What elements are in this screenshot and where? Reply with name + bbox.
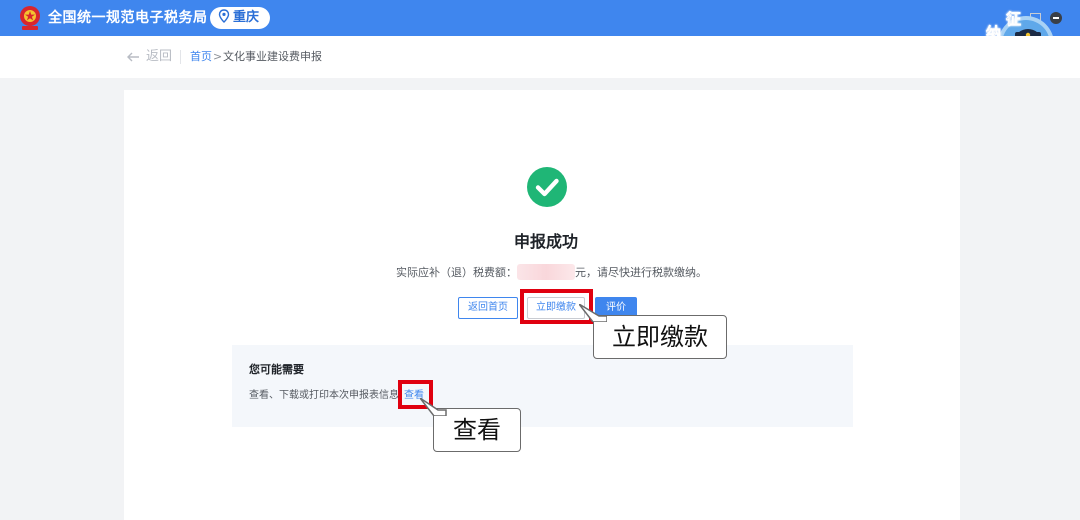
breadcrumb-home[interactable]: 首页 <box>190 49 212 65</box>
location-pin-icon <box>218 9 230 23</box>
breadcrumb-bar: 返回 首页 > 文化事业建设费申报 <box>0 36 1080 78</box>
return-home-button[interactable]: 返回首页 <box>458 297 518 319</box>
callout-tail <box>579 304 607 322</box>
redacted-amount <box>517 264 575 280</box>
mascot-char: 征 <box>1006 10 1022 29</box>
top-header: 全国统一规范电子税务局 重庆 <box>0 0 1080 36</box>
callout-tail <box>420 398 447 416</box>
success-check-icon <box>527 167 567 207</box>
suggestions-title: 您可能需要 <box>249 363 304 376</box>
amount-prefix: 实际应补（退）税费额： <box>396 266 517 279</box>
suggestions-panel <box>232 345 853 427</box>
region-selector[interactable]: 重庆 <box>210 7 270 29</box>
back-arrow-icon[interactable] <box>126 50 140 64</box>
region-name: 重庆 <box>233 10 260 25</box>
back-button[interactable]: 返回 <box>146 48 172 66</box>
callout-pay: 立即缴款 <box>593 315 727 359</box>
breadcrumb-current: 文化事业建设费申报 <box>223 50 322 63</box>
site-title: 全国统一规范电子税务局 <box>48 10 208 26</box>
suggestions-text: 查看、下载或打印本次申报表信息 <box>249 390 399 401</box>
breadcrumb-separator: > <box>213 50 223 63</box>
amount-suffix: 元，请尽快进行税款缴纳。 <box>575 266 707 279</box>
tax-amount-line: 实际应补（退）税费额： 元，请尽快进行税款缴纳。 <box>396 264 707 281</box>
national-emblem-icon <box>20 6 40 30</box>
success-title: 申报成功 <box>513 232 578 251</box>
divider <box>180 50 181 64</box>
